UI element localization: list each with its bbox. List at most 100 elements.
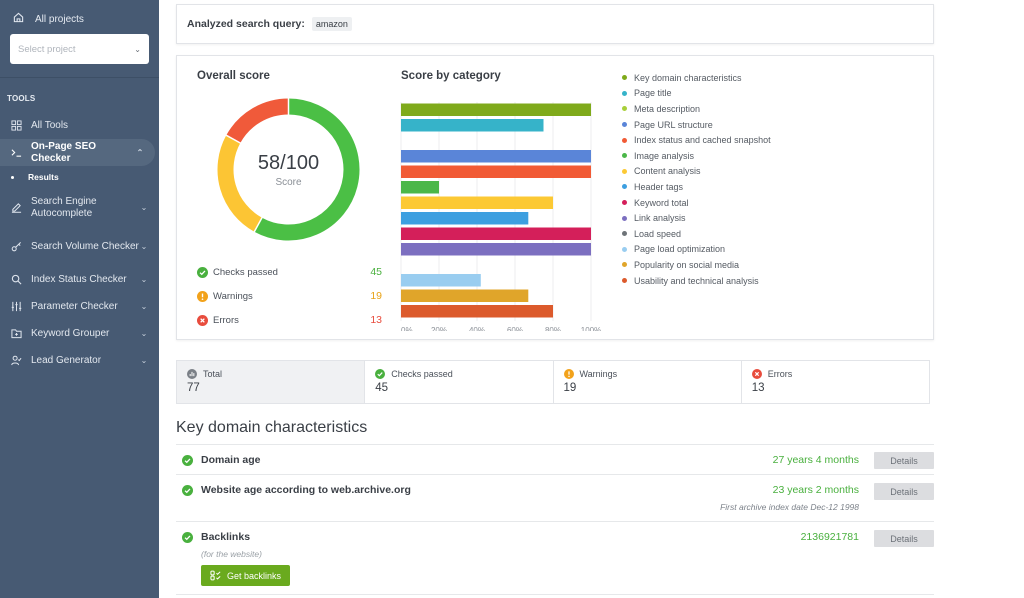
chevron-down-icon[interactable]: ⌄ [139, 275, 149, 284]
sidebar-item-search-volume-checker[interactable]: Search Volume Checker ⌄ [0, 227, 159, 266]
x-tick-label: 100% [581, 326, 601, 331]
stat-value: 45 [370, 266, 382, 278]
search-icon [10, 274, 22, 286]
details-button[interactable]: Details [874, 483, 934, 500]
legend-swatch [622, 90, 627, 96]
summary-label: Checks passed [391, 369, 453, 379]
stat-label: Checks passed [213, 266, 278, 278]
sidebar-item-label: Search Volume Checker [31, 240, 139, 252]
legend-swatch [622, 137, 627, 143]
x-tick-label: 40% [469, 326, 485, 331]
sidebar-item-index-status-checker[interactable]: Index Status Checker ⌄ [0, 266, 159, 293]
check-name: Backlinks [201, 531, 251, 543]
stat-errors: Errors 13 [197, 312, 382, 328]
details-button[interactable]: Details [874, 530, 934, 547]
legend-item: Page URL structure [622, 117, 771, 133]
sliders-icon [10, 301, 22, 313]
bullet-icon [11, 175, 14, 179]
legend-label: Link analysis [634, 213, 686, 224]
bar-popularity-on-social-media [401, 289, 529, 302]
check-row-website-age: Website age according to web.archive.org… [176, 474, 934, 521]
legend-label: Usability and technical analysis [634, 275, 759, 286]
legend-item: Keyword total [622, 195, 771, 211]
sidebar-item-all-tools[interactable]: All Tools [0, 112, 159, 139]
legend-swatch [622, 168, 627, 174]
bar-keyword-total [401, 227, 591, 240]
sidebar: All projects Select project ⌄ TOOLS All … [0, 0, 159, 598]
summary-tab-warnings[interactable]: Warnings 19 [554, 361, 742, 403]
check-name: Website age according to web.archive.org [201, 484, 411, 496]
chevron-down-icon[interactable]: ⌄ [139, 329, 149, 338]
summary-value: 13 [751, 382, 765, 394]
x-tick-label: 60% [507, 326, 523, 331]
x-tick-label: 0% [401, 326, 413, 331]
overall-score-value: 58/100 [257, 151, 320, 174]
legend-swatch [622, 153, 627, 159]
warning-icon [197, 290, 208, 302]
bar-page-title [401, 119, 544, 132]
sidebar-item-search-engine-autocomplete[interactable]: Search Engine Autocomplete ⌄ [0, 188, 159, 227]
user-check-icon [10, 355, 22, 367]
legend-swatch [622, 262, 627, 268]
chevron-down-icon[interactable]: ⌄ [139, 203, 149, 212]
legend-label: Page title [634, 88, 672, 99]
bar-link-analysis [401, 243, 591, 256]
sidebar-item-keyword-grouper[interactable]: Keyword Grouper ⌄ [0, 320, 159, 347]
legend-item: Image analysis [622, 148, 771, 164]
stat-warnings: Warnings 19 [197, 288, 382, 304]
error-icon [197, 314, 208, 326]
legend-item: Popularity on social media [622, 257, 771, 273]
stat-value: 13 [370, 314, 382, 326]
all-projects-label: All projects [35, 13, 84, 25]
sidebar-item-lead-generator[interactable]: Lead Generator ⌄ [0, 347, 159, 374]
key-domain-characteristics-title: Key domain characteristics [176, 419, 368, 436]
query-value: amazon [311, 17, 352, 31]
all-projects-link[interactable]: All projects [10, 10, 149, 28]
terminal-icon [10, 147, 22, 159]
project-select[interactable]: Select project ⌄ [10, 34, 149, 64]
legend-label: Page load optimization [634, 244, 726, 255]
summary-tab-errors[interactable]: Errors 13 [742, 361, 929, 403]
check-subtext: (for the website) [201, 549, 262, 559]
legend-item: Page load optimization [622, 242, 771, 258]
score-by-category-title: Score by category [401, 70, 501, 82]
check-note: First archive index date Dec-12 1998 [720, 502, 859, 512]
legend-label: Image analysis [634, 150, 695, 161]
score-card: Overall score 58/100 Score Checks passed… [176, 55, 934, 340]
chart-legend: Key domain characteristics Page title Meta… [622, 70, 771, 288]
summary-label: Total [203, 369, 223, 379]
main-content: Analyzed search query: amazon Overall sc… [159, 0, 1024, 598]
summary-tab-checks-passed[interactable]: Checks passed 45 [365, 361, 554, 403]
bar-content-analysis [401, 196, 553, 209]
sidebar-item-label: All Tools [31, 119, 69, 131]
sidebar-item-label: Lead Generator [31, 354, 102, 366]
bar-image-analysis [401, 181, 439, 194]
chevron-down-icon[interactable]: ⌄ [139, 242, 149, 251]
sidebar-subitem-results[interactable]: Results [0, 166, 159, 188]
summary-label: Errors [767, 369, 793, 379]
x-tick-label: 20% [431, 326, 447, 331]
error-icon [751, 369, 762, 379]
check-circle-icon [197, 266, 208, 278]
sidebar-item-label: Index Status Checker [31, 273, 127, 285]
check-row-backlinks: Backlinks (for the website) 2136921781 D… [176, 521, 934, 594]
sidebar-item-label: On-Page SEO Checker [31, 140, 97, 164]
legend-item: Content analysis [622, 164, 771, 180]
sidebar-item-on-page-seo-checker[interactable]: On-Page SEO Checker ⌃ [0, 139, 155, 166]
legend-item: Link analysis [622, 210, 771, 226]
chevron-down-icon[interactable]: ⌄ [139, 356, 149, 365]
sidebar-top: All projects Select project ⌄ [0, 0, 159, 78]
summary-tab-total[interactable]: Total 77 [177, 361, 366, 403]
details-button[interactable]: Details [874, 452, 934, 469]
legend-swatch [622, 278, 627, 284]
legend-label: Header tags [634, 181, 684, 192]
get-backlinks-button[interactable]: Get backlinks [201, 565, 290, 586]
folder-icon [10, 328, 22, 340]
sidebar-item-parameter-checker[interactable]: Parameter Checker ⌄ [0, 293, 159, 320]
chevron-down-icon[interactable]: ⌄ [139, 302, 149, 311]
x-tick-label: 80% [545, 326, 561, 331]
stat-value: 19 [370, 290, 382, 302]
chevron-up-icon[interactable]: ⌃ [135, 148, 145, 157]
summary-label: Warnings [579, 369, 618, 379]
legend-label: Popularity on social media [634, 259, 740, 270]
